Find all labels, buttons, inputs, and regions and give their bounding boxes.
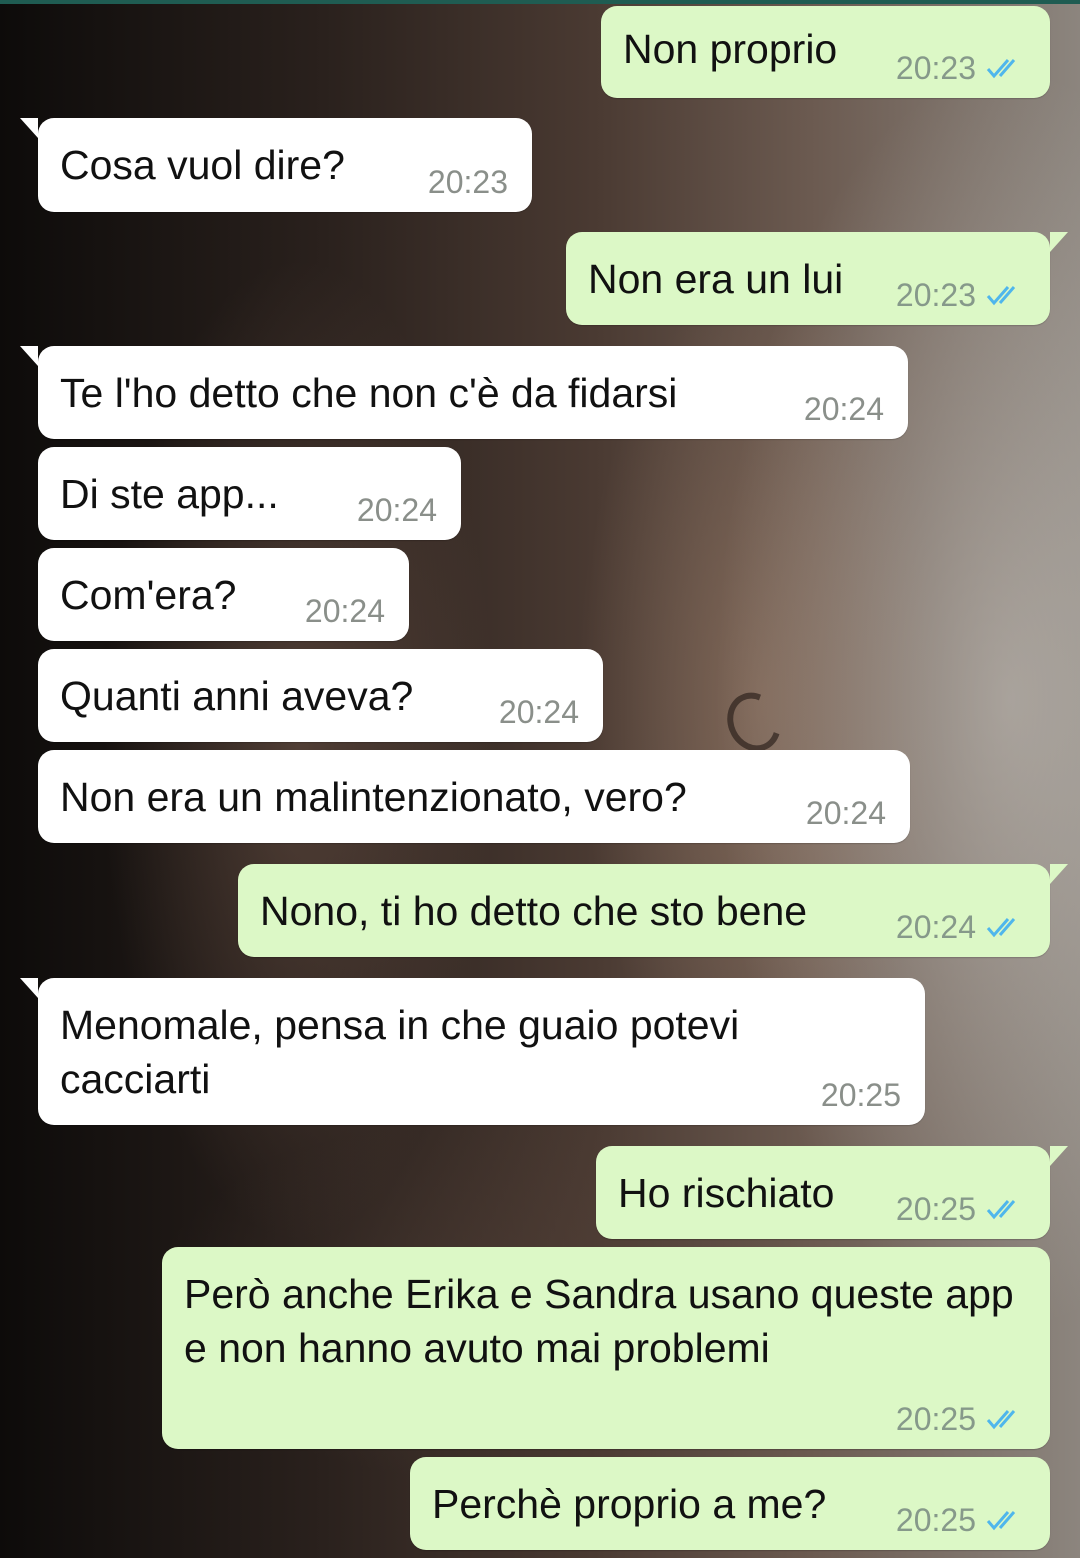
message-text: Però anche Erika e Sandra usano queste a… (184, 1271, 1014, 1371)
outgoing-message[interactable]: Però anche Erika e Sandra usano queste a… (162, 1247, 1050, 1449)
message-time: 20:25 (820, 1077, 901, 1113)
message-text: Cosa vuol dire? (60, 142, 345, 188)
message-time: 20:23 (427, 164, 508, 200)
chat-message-list[interactable]: Non proprio 20:23 Cosa vuol dire? 20:23 … (0, 0, 1080, 1558)
message-time: 20:24 (356, 492, 437, 528)
message-text: Non proprio (623, 26, 838, 72)
message-meta: 20:23 (896, 277, 1026, 313)
message-meta: 20:24 (305, 593, 385, 629)
message-meta: 20:24 (804, 391, 884, 427)
message-meta: 20:24 (499, 694, 579, 730)
message-time: 20:24 (498, 694, 579, 730)
outgoing-message[interactable]: Non proprio 20:23 (601, 6, 1050, 98)
incoming-message[interactable]: Com'era? 20:24 (38, 548, 409, 641)
message-time: 20:23 (895, 277, 976, 313)
message-time: 20:24 (805, 795, 886, 831)
double-check-icon (986, 1508, 1026, 1532)
outgoing-message[interactable]: Perchè proprio a me? 20:25 (410, 1457, 1050, 1550)
incoming-message[interactable]: Quanti anni aveva? 20:24 (38, 649, 603, 742)
message-text: Menomale, pensa in che guaio potevi cacc… (60, 1002, 740, 1102)
message-time: 20:25 (895, 1502, 976, 1538)
message-time: 20:23 (895, 50, 976, 86)
message-meta: 20:25 (896, 1401, 1026, 1437)
message-text: Ho rischiato (618, 1170, 835, 1216)
message-meta: 20:23 (428, 164, 508, 200)
message-text: Di ste app... (60, 471, 279, 517)
message-text: Non era un lui (588, 256, 844, 302)
incoming-message[interactable]: Di ste app... 20:24 (38, 447, 461, 540)
outgoing-message[interactable]: Non era un lui 20:23 (566, 232, 1068, 325)
message-meta: 20:24 (806, 795, 886, 831)
message-meta: 20:24 (357, 492, 437, 528)
message-meta: 20:24 (896, 909, 1026, 945)
double-check-icon (986, 1407, 1026, 1431)
outgoing-message[interactable]: Nono, ti ho detto che sto bene 20:24 (238, 864, 1068, 957)
outgoing-message[interactable]: Ho rischiato 20:25 (596, 1146, 1068, 1239)
double-check-icon (986, 1197, 1026, 1221)
message-time: 20:24 (803, 391, 884, 427)
message-text: Quanti anni aveva? (60, 673, 414, 719)
message-meta: 20:23 (896, 50, 1026, 86)
message-text: Nono, ti ho detto che sto bene (260, 888, 808, 934)
message-time: 20:25 (895, 1191, 976, 1227)
message-time: 20:24 (304, 593, 385, 629)
message-text: Non era un malintenzionato, vero? (60, 774, 687, 820)
message-text: Com'era? (60, 572, 237, 618)
incoming-message[interactable]: Te l'ho detto che non c'è da fidarsi 20:… (20, 346, 908, 439)
incoming-message[interactable]: Non era un malintenzionato, vero? 20:24 (38, 750, 910, 843)
double-check-icon (986, 283, 1026, 307)
message-text: Perchè proprio a me? (432, 1481, 827, 1527)
message-text: Te l'ho detto che non c'è da fidarsi (60, 370, 678, 416)
message-meta: 20:25 (821, 1077, 901, 1113)
message-meta: 20:25 (896, 1191, 1026, 1227)
incoming-message[interactable]: Menomale, pensa in che guaio potevi cacc… (20, 978, 925, 1125)
incoming-message[interactable]: Cosa vuol dire? 20:23 (20, 118, 532, 212)
double-check-icon (986, 915, 1026, 939)
double-check-icon (986, 56, 1026, 80)
message-time: 20:25 (895, 1401, 976, 1437)
message-time: 20:24 (895, 909, 976, 945)
message-meta: 20:25 (896, 1502, 1026, 1538)
